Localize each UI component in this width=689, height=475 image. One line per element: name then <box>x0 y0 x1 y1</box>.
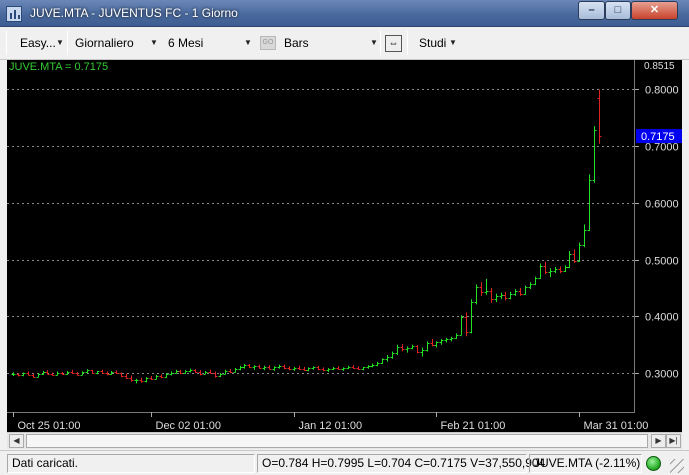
title-bar[interactable]: JUVE.MTA - JUVENTUS FC - 1 Giorno – □ ✕ <box>0 0 689 27</box>
fit-width-icon[interactable]: ⇔ <box>385 35 402 52</box>
studies-dropdown-icon[interactable]: ▼ <box>449 38 457 47</box>
easy-menu-button[interactable]: Easy... <box>20 36 56 50</box>
x-tick-label: Oct 25 01:00 <box>18 420 81 432</box>
studies-menu-button[interactable]: Studi <box>419 36 446 50</box>
period-dropdown-icon[interactable]: ▼ <box>150 38 158 47</box>
close-button[interactable]: ✕ <box>631 1 678 20</box>
toolbar: Easy... ▼ Giornaliero ▼ 6 Mesi ▼ GO Bars… <box>0 27 689 60</box>
easy-dropdown-icon[interactable]: ▼ <box>56 38 64 47</box>
chart-style-select[interactable]: Bars <box>284 36 309 50</box>
chart-style-dropdown-icon[interactable]: ▼ <box>370 38 378 47</box>
y-tick-label: 0.7000 <box>645 142 679 154</box>
maximize-button[interactable]: □ <box>605 1 631 20</box>
window-title: JUVE.MTA - JUVENTUS FC - 1 Giorno <box>30 6 238 20</box>
horizontal-scrollbar[interactable]: ◀ ▶ ▶| <box>7 432 682 449</box>
go-button[interactable]: GO <box>260 36 276 50</box>
last-price-label: 0.7175 <box>641 131 675 143</box>
app-window: JUVE.MTA - JUVENTUS FC - 1 Giorno – □ ✕ … <box>0 0 689 475</box>
scroll-thumb[interactable] <box>26 434 648 448</box>
symbol-legend: JUVE.MTA = 0.7175 <box>9 61 108 73</box>
minimize-button[interactable]: – <box>578 1 605 20</box>
connection-status-icon <box>646 456 661 471</box>
chart-app-icon <box>6 6 22 22</box>
x-tick-label: Feb 21 01:00 <box>441 420 506 432</box>
status-message: Dati caricati. <box>7 454 255 473</box>
price-chart[interactable]: 0.8000 0.7000 0.6000 0.5000 0.4000 0.3000 0.85… <box>7 60 682 432</box>
toolbar-separator <box>407 31 408 55</box>
range-select[interactable]: 6 Mesi <box>168 36 203 50</box>
price-chart-canvas[interactable]: 0.8000 0.7000 0.6000 0.5000 0.4000 0.3000 0.85… <box>7 60 682 432</box>
toolbar-separator <box>380 31 381 55</box>
period-select[interactable]: Giornaliero <box>75 36 134 50</box>
x-tick-label: Dec 02 01:00 <box>156 420 221 432</box>
scroll-right-arrow-icon[interactable]: ▶ <box>651 434 666 448</box>
toolbar-separator <box>67 31 68 55</box>
toolbar-grip <box>6 31 7 55</box>
range-dropdown-icon[interactable]: ▼ <box>244 38 252 47</box>
status-bar: Dati caricati. O=0.784 H=0.7995 L=0.704 … <box>0 450 689 475</box>
status-ohlc: O=0.784 H=0.7995 L=0.704 C=0.7175 V=37,5… <box>257 454 545 473</box>
y-tick-label: 0.4000 <box>645 312 679 324</box>
y-tick-label: 0.3000 <box>645 369 679 381</box>
y-tick-label: 0.6000 <box>645 199 679 211</box>
status-quote: JUVE.MTA (-2.11%) <box>529 454 642 473</box>
y-tick-label: 0.8000 <box>645 85 679 97</box>
y-tick-label: 0.5000 <box>645 256 679 268</box>
x-tick-label: Mar 31 01:00 <box>584 420 649 432</box>
x-tick-label: Jan 12 01:00 <box>299 420 363 432</box>
resize-grip-icon[interactable] <box>670 459 684 473</box>
scroll-left-arrow-icon[interactable]: ◀ <box>9 434 24 448</box>
scroll-end-arrow-icon[interactable]: ▶| <box>666 434 681 448</box>
axis-top-label: 0.8515 <box>644 61 675 72</box>
